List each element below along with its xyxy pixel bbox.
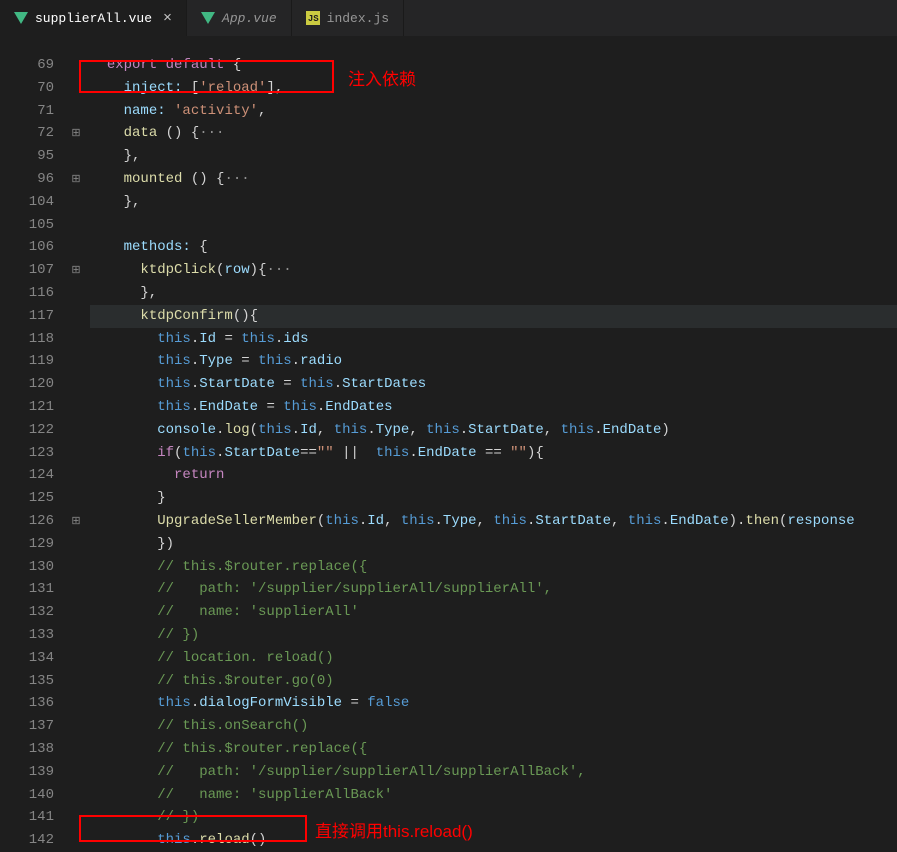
code-line[interactable]: }, xyxy=(90,191,897,214)
close-icon[interactable]: × xyxy=(163,10,172,27)
annotation-text-1: 注入依赖 xyxy=(348,65,416,90)
line-number: 121 xyxy=(0,396,54,419)
code-line[interactable]: this.Id = this.ids xyxy=(90,328,897,351)
fold-icon[interactable]: ⊞ xyxy=(71,260,80,283)
line-number: 136 xyxy=(0,692,54,715)
tab-1[interactable]: App.vue xyxy=(187,0,292,36)
line-number: 140 xyxy=(0,784,54,807)
code-line[interactable]: // }) xyxy=(90,624,897,647)
fold-icon[interactable]: ⊞ xyxy=(71,169,80,192)
js-icon: JS xyxy=(306,11,320,25)
tab-label: App.vue xyxy=(222,11,277,26)
annotation-text-2: 直接调用this.reload() xyxy=(315,817,473,842)
code-line[interactable]: // name: 'supplierAllBack' xyxy=(90,784,897,807)
code-line[interactable]: this.StartDate = this.StartDates xyxy=(90,373,897,396)
vue-icon xyxy=(201,12,215,24)
code-line[interactable]: console.log(this.Id, this.Type, this.Sta… xyxy=(90,419,897,442)
line-number: 141 xyxy=(0,806,54,829)
line-number: 72 xyxy=(0,122,54,145)
code-line[interactable]: this.Type = this.radio xyxy=(90,350,897,373)
fold-icon[interactable]: ⊞ xyxy=(71,511,80,534)
code-line[interactable]: ktdpConfirm(){ xyxy=(90,305,897,328)
line-number: 125 xyxy=(0,487,54,510)
tab-0[interactable]: supplierAll.vue × xyxy=(0,0,187,36)
line-number: 105 xyxy=(0,214,54,237)
code-line[interactable]: // location. reload() xyxy=(90,647,897,670)
line-number: 129 xyxy=(0,533,54,556)
code-line[interactable]: export default { xyxy=(90,54,897,77)
line-number: 130 xyxy=(0,556,54,579)
line-number: 131 xyxy=(0,578,54,601)
tab-label: supplierAll.vue xyxy=(35,11,152,26)
line-number: 95 xyxy=(0,145,54,168)
line-number: 132 xyxy=(0,601,54,624)
code-line[interactable]: inject: ['reload'], xyxy=(90,77,897,100)
line-number: 122 xyxy=(0,419,54,442)
fold-column: ⊞ ⊞ ⊞ ⊞ xyxy=(62,54,90,852)
line-number: 133 xyxy=(0,624,54,647)
code-line[interactable]: // path: '/supplier/supplierAll/supplier… xyxy=(90,761,897,784)
code-line[interactable]: } xyxy=(90,487,897,510)
code-line[interactable]: }) xyxy=(90,533,897,556)
tab-2[interactable]: JS index.js xyxy=(292,0,404,36)
code-line[interactable]: UpgradeSellerMember(this.Id, this.Type, … xyxy=(90,510,897,533)
line-number-gutter: 6970717295961041051061071161171181191201… xyxy=(0,54,62,852)
code-line[interactable]: // this.$router.replace({ xyxy=(90,556,897,579)
line-number: 139 xyxy=(0,761,54,784)
line-number: 104 xyxy=(0,191,54,214)
code-line[interactable]: // this.$router.replace({ xyxy=(90,738,897,761)
code-line[interactable]: // }) xyxy=(90,806,897,829)
line-number: 123 xyxy=(0,442,54,465)
code-line[interactable]: // name: 'supplierAll' xyxy=(90,601,897,624)
code-line[interactable]: methods: { xyxy=(90,236,897,259)
line-number: 69 xyxy=(0,54,54,77)
line-number: 117 xyxy=(0,305,54,328)
line-number: 138 xyxy=(0,738,54,761)
code-line[interactable]: this.EndDate = this.EndDates xyxy=(90,396,897,419)
code-line[interactable] xyxy=(90,214,897,237)
code-area[interactable]: 注入依赖 直接调用this.reload() export default { … xyxy=(90,54,897,852)
code-line[interactable]: this.dialogFormVisible = false xyxy=(90,692,897,715)
line-number: 137 xyxy=(0,715,54,738)
code-line[interactable]: mounted () {··· xyxy=(90,168,897,191)
line-number: 120 xyxy=(0,373,54,396)
line-number: 106 xyxy=(0,236,54,259)
code-line[interactable]: data () {··· xyxy=(90,122,897,145)
code-line[interactable]: // path: '/supplier/supplierAll/supplier… xyxy=(90,578,897,601)
line-number: 107 xyxy=(0,259,54,282)
line-number: 70 xyxy=(0,77,54,100)
code-line[interactable]: if(this.StartDate=="" || this.EndDate ==… xyxy=(90,442,897,465)
code-line[interactable]: }, xyxy=(90,282,897,305)
code-line[interactable]: name: 'activity', xyxy=(90,100,897,123)
code-line[interactable]: // this.onSearch() xyxy=(90,715,897,738)
line-number: 119 xyxy=(0,350,54,373)
tab-bar: supplierAll.vue × App.vue JS index.js xyxy=(0,0,897,36)
code-line[interactable]: }, xyxy=(90,145,897,168)
line-number: 126 xyxy=(0,510,54,533)
line-number: 118 xyxy=(0,328,54,351)
tab-label: index.js xyxy=(327,11,389,26)
line-number: 142 xyxy=(0,829,54,852)
code-line[interactable]: this.reload() xyxy=(90,829,897,852)
line-number: 96 xyxy=(0,168,54,191)
line-number: 116 xyxy=(0,282,54,305)
code-line[interactable]: return xyxy=(90,464,897,487)
fold-icon[interactable]: ⊞ xyxy=(71,123,80,146)
code-editor[interactable]: 6970717295961041051061071161171181191201… xyxy=(0,36,897,852)
line-number: 134 xyxy=(0,647,54,670)
code-line[interactable]: // this.$router.go(0) xyxy=(90,670,897,693)
line-number: 71 xyxy=(0,100,54,123)
line-number: 135 xyxy=(0,670,54,693)
code-line[interactable]: ktdpClick(row){··· xyxy=(90,259,897,282)
line-number: 124 xyxy=(0,464,54,487)
vue-icon xyxy=(14,12,28,24)
